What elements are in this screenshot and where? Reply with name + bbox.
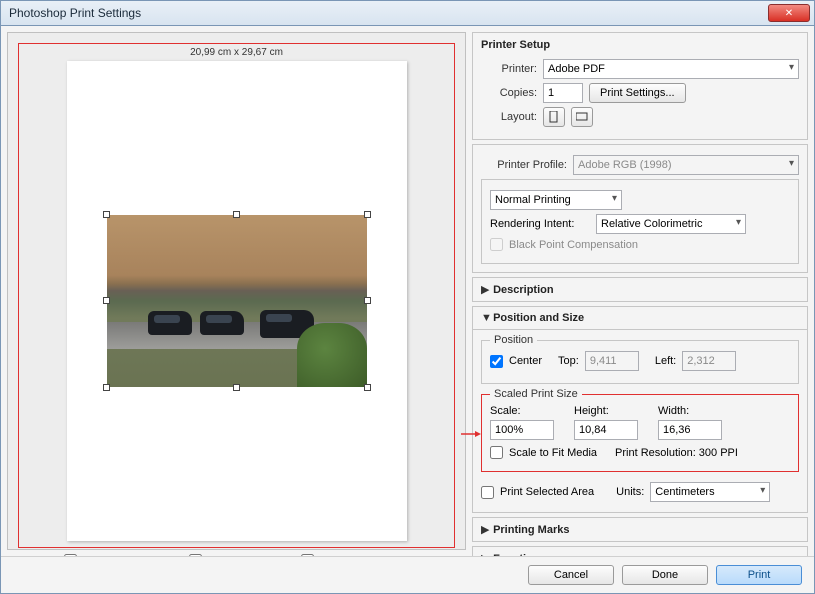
settings-column: Printer Setup Printer: Adobe PDF Copies:…: [472, 32, 808, 550]
left-label: Left:: [655, 355, 676, 367]
print-settings-button[interactable]: Print Settings...: [589, 83, 686, 103]
preview-highlight: 20,99 cm x 29,67 cm: [18, 43, 455, 548]
done-button[interactable]: Done: [622, 565, 708, 585]
copies-label: Copies:: [481, 87, 537, 99]
printing-mode-select[interactable]: Normal Printing: [490, 190, 622, 210]
dialog-footer: Cancel Done Print: [1, 556, 814, 593]
resize-handle[interactable]: [103, 384, 110, 391]
preview-image: [107, 215, 367, 387]
left-input: 2,312: [682, 351, 736, 371]
dialog-body: 20,99 cm x 29,67 cm: [0, 26, 815, 594]
units-label: Units:: [616, 486, 644, 498]
scale-label: Scale:: [490, 405, 554, 417]
cancel-button[interactable]: Cancel: [528, 565, 614, 585]
chevron-right-icon: ▶: [481, 283, 490, 296]
units-select[interactable]: Centimeters: [650, 482, 770, 502]
center-checkbox[interactable]: [490, 355, 503, 368]
height-input[interactable]: 10,84: [574, 420, 638, 440]
height-label: Height:: [574, 405, 638, 417]
position-legend: Position: [490, 334, 537, 346]
match-colors-checkbox[interactable]: Match Print Colors: [64, 554, 171, 556]
chevron-down-icon: ▼: [481, 312, 490, 324]
printer-select[interactable]: Adobe PDF: [543, 59, 799, 79]
titlebar: Photoshop Print Settings ✕: [0, 0, 815, 26]
print-selected-area-checkbox[interactable]: [481, 486, 494, 499]
layout-portrait-icon[interactable]: [543, 107, 565, 127]
scaled-print-size-fieldset: Scaled Print Size Scale: 100% Height: 10…: [481, 394, 799, 472]
printer-setup-heading: Printer Setup: [481, 39, 799, 55]
printer-setup-group: Printer Setup Printer: Adobe PDF Copies:…: [472, 32, 808, 140]
close-icon[interactable]: ✕: [768, 4, 810, 22]
scale-input[interactable]: 100%: [490, 420, 554, 440]
resize-handle[interactable]: [103, 297, 110, 304]
paper-dimensions: 20,99 cm x 29,67 cm: [190, 46, 283, 61]
layout-landscape-icon[interactable]: [571, 107, 593, 127]
printer-label: Printer:: [481, 63, 537, 75]
copies-input[interactable]: 1: [543, 83, 583, 103]
top-input: 9,411: [585, 351, 639, 371]
resize-handle[interactable]: [103, 211, 110, 218]
position-size-panel: Position Center Top: 9,411 Left: 2,312 S…: [472, 330, 808, 513]
resize-handle[interactable]: [364, 211, 371, 218]
top-label: Top:: [558, 355, 579, 367]
callout-arrow-icon: [461, 429, 481, 439]
gamut-warning-checkbox[interactable]: Gamut Warning: [189, 554, 283, 556]
color-mode-fieldset: Normal Printing Rendering Intent: Relati…: [481, 179, 799, 264]
scale-to-fit-checkbox[interactable]: [490, 446, 503, 459]
resize-handle[interactable]: [364, 297, 371, 304]
print-resolution: Print Resolution: 300 PPI: [615, 447, 738, 459]
printer-profile-label: Printer Profile:: [481, 159, 567, 171]
resize-handle[interactable]: [364, 384, 371, 391]
preview-panel: 20,99 cm x 29,67 cm: [7, 32, 466, 550]
resize-handle[interactable]: [233, 211, 240, 218]
printer-profile-select: Adobe RGB (1998): [573, 155, 799, 175]
chevron-right-icon: ▶: [481, 523, 490, 536]
width-label: Width:: [658, 405, 722, 417]
rendering-intent-label: Rendering Intent:: [490, 218, 590, 230]
position-size-disclosure[interactable]: ▼ Position and Size: [472, 306, 808, 330]
dialog-title: Photoshop Print Settings: [5, 6, 768, 20]
description-disclosure[interactable]: ▶ Description: [472, 277, 808, 302]
resize-handle[interactable]: [233, 384, 240, 391]
scaled-legend: Scaled Print Size: [490, 388, 582, 400]
paper-preview[interactable]: [67, 61, 407, 541]
image-bounds[interactable]: [107, 215, 367, 387]
position-fieldset: Position Center Top: 9,411 Left: 2,312: [481, 340, 799, 384]
black-point-checkbox: [490, 238, 503, 251]
preview-options: Match Print Colors Gamut Warning Show Pa…: [18, 548, 455, 556]
show-paper-white-checkbox[interactable]: Show Paper White: [301, 554, 409, 556]
layout-label: Layout:: [481, 111, 537, 123]
print-button[interactable]: Print: [716, 565, 802, 585]
printing-marks-disclosure[interactable]: ▶ Printing Marks: [472, 517, 808, 542]
width-input[interactable]: 16,36: [658, 420, 722, 440]
functions-disclosure[interactable]: ▶ Functions: [472, 546, 808, 556]
color-management-group: Printer Profile: Adobe RGB (1998) Normal…: [472, 144, 808, 273]
rendering-intent-select[interactable]: Relative Colorimetric: [596, 214, 746, 234]
